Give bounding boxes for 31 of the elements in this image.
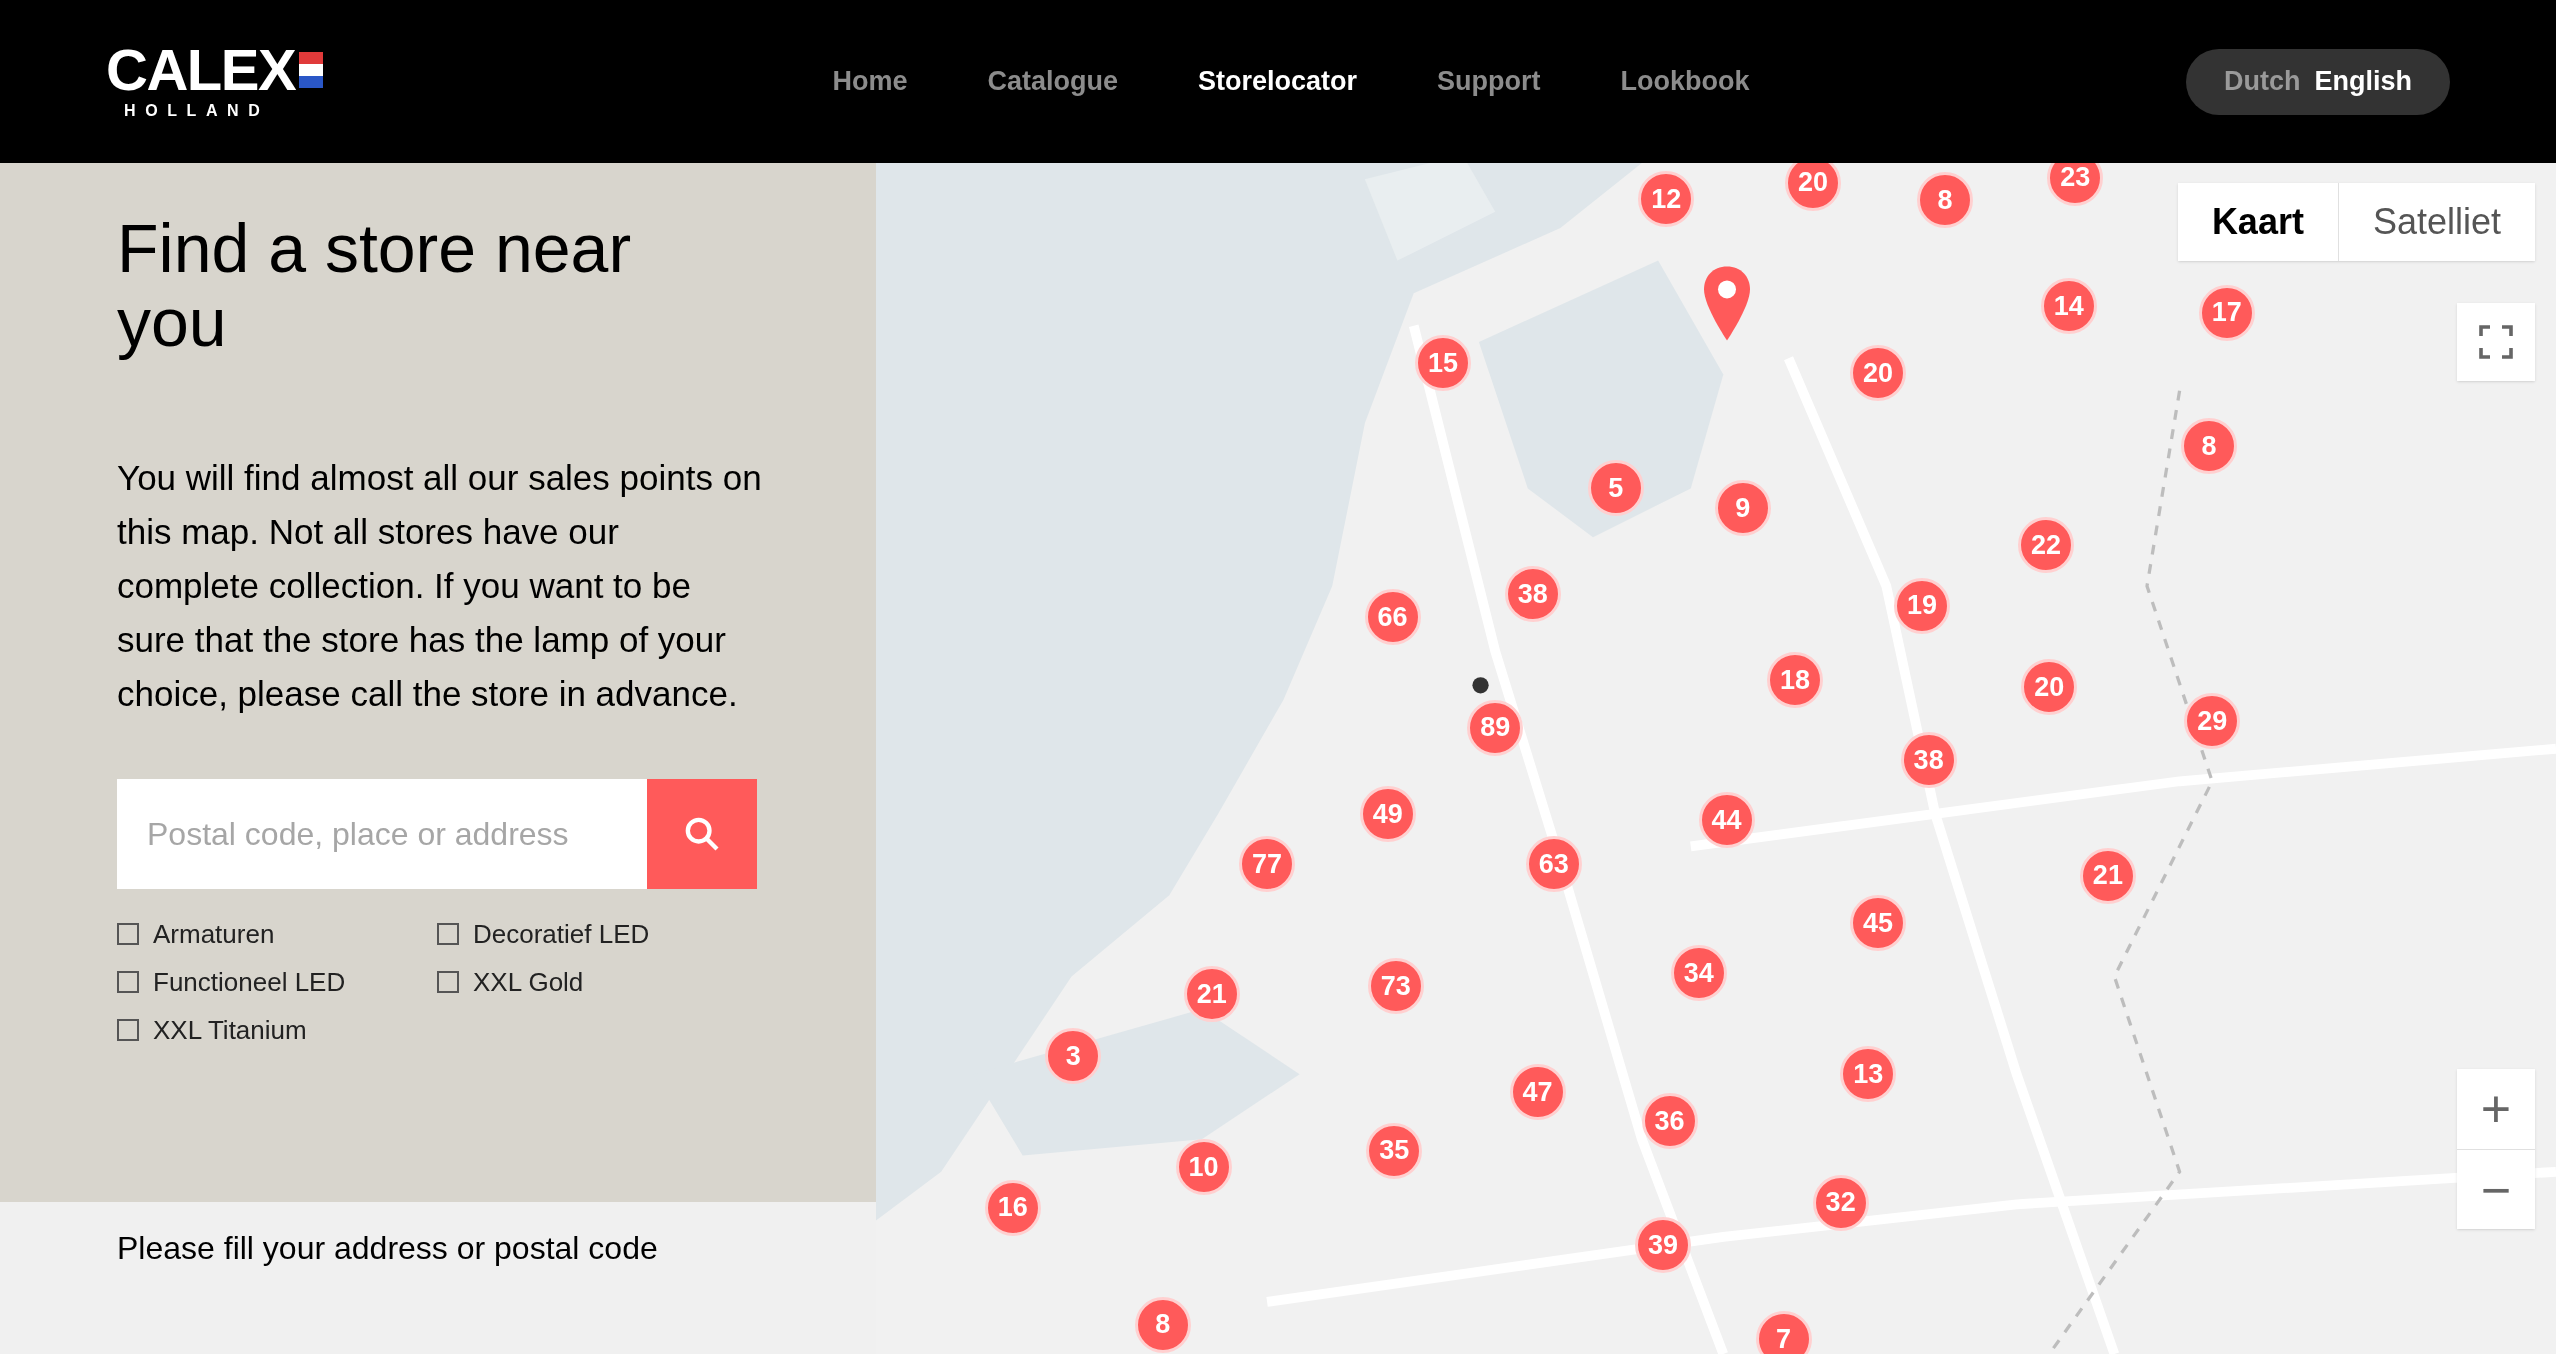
zoom-button[interactable]: + [2457,1069,2535,1149]
intro-text: You will find almost all our sales points on this map. Not all stores have our complete collection. If you want to be sure that the store has the lamp of your choice, please call the store in advance. [117,457,763,715]
checkbox[interactable] [117,971,139,993]
logo[interactable]: CALEX [106,40,296,99]
checkbox[interactable] [437,923,459,945]
nav-link[interactable]: Storelocator [1198,61,1358,102]
map-type-tab[interactable]: Satelliet [2337,183,2535,261]
zoom-button[interactable]: − [2457,1149,2535,1229]
search-field[interactable]: Postal code, place or address [117,779,647,889]
filter-option[interactable]: XXL Gold [437,967,757,997]
checkbox[interactable] [117,1019,139,1041]
page-title: Find a store near you [117,211,633,359]
filter-option[interactable]: Armaturen [117,919,437,949]
status-message: Please fill your address or postal code [117,1230,658,1266]
logo-subtitle: HOLLAND [123,100,270,121]
nav-link[interactable]: Home [832,61,908,102]
fullscreen-button[interactable] [2457,303,2535,381]
checkbox[interactable] [437,971,459,993]
checkbox[interactable] [117,923,139,945]
language-option[interactable]: Dutch [2224,61,2301,102]
filter-option[interactable]: Functioneel LED [117,967,437,997]
nav-link[interactable]: Lookbook [1620,61,1750,102]
filter-option[interactable]: XXL Titanium [117,1015,437,1045]
nav-link[interactable]: Catalogue [987,61,1118,102]
nav-link[interactable]: Support [1437,61,1541,102]
fullscreen-icon [2478,324,2514,360]
language-option[interactable]: English [2314,61,2412,102]
map-type-tab[interactable]: Kaart [2177,183,2338,261]
flag-icon [299,51,324,88]
search-button[interactable] [647,779,757,889]
filter-option[interactable]: Decoratief LED [437,919,757,949]
